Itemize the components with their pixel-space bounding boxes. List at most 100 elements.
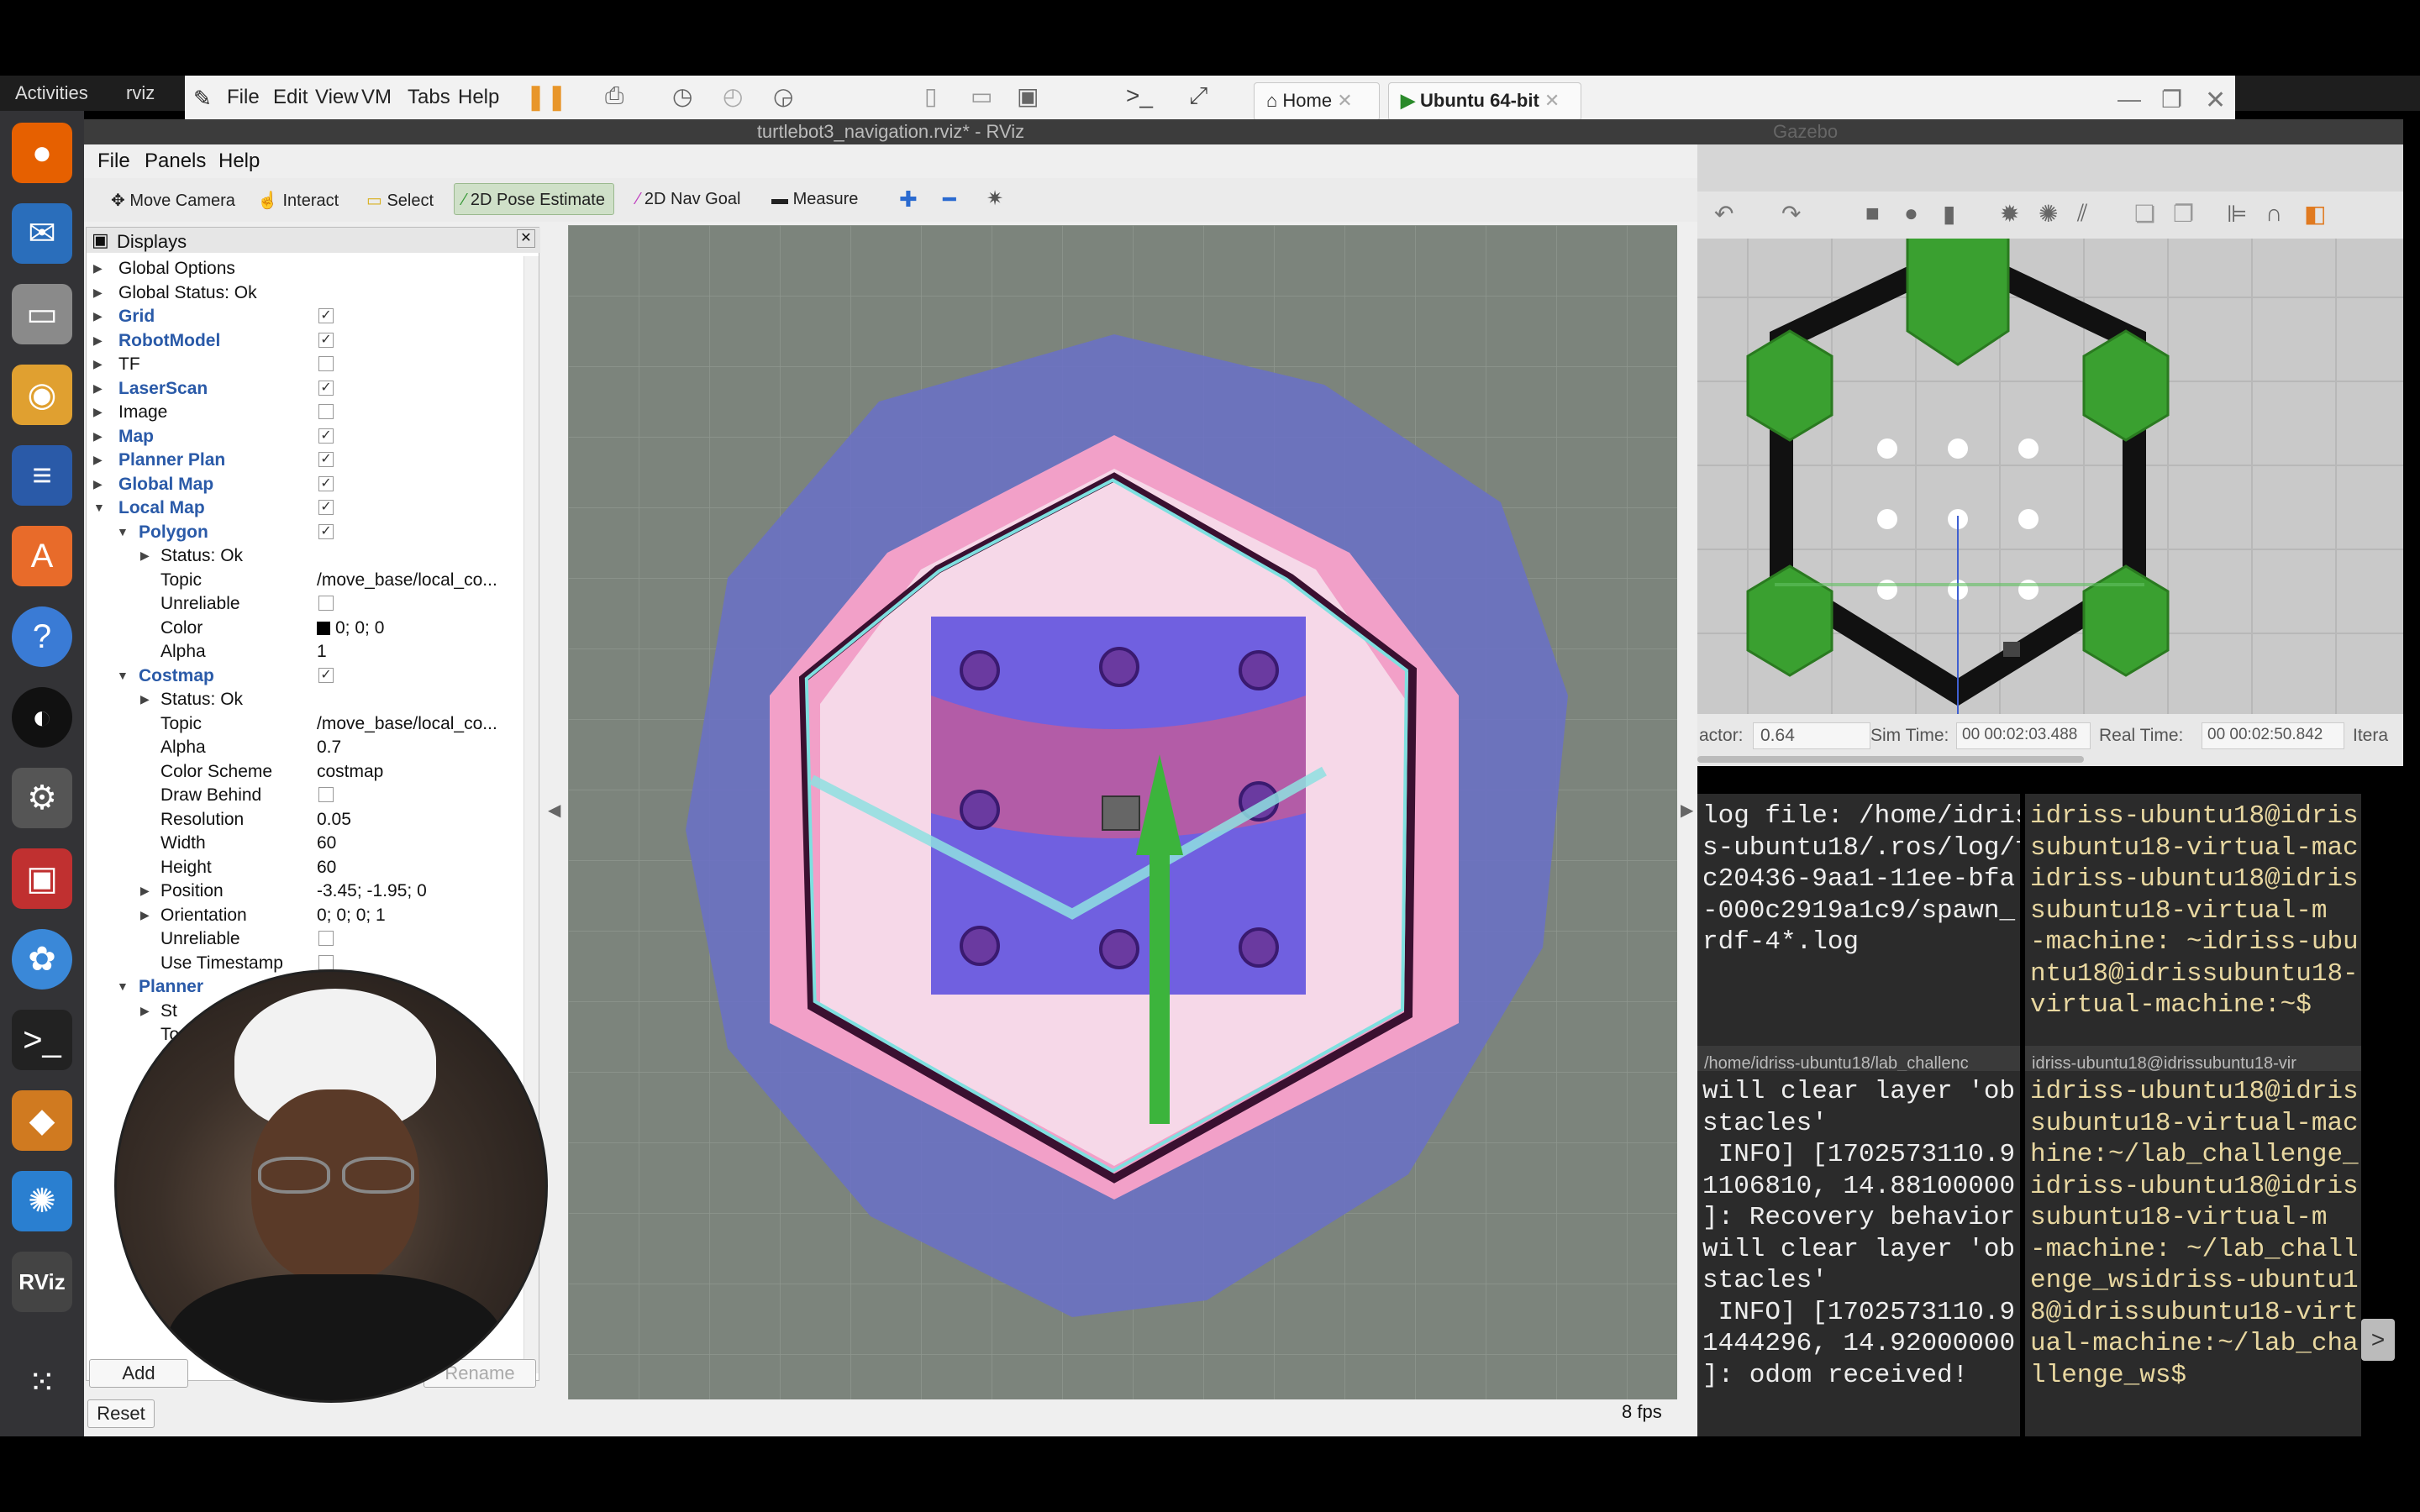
display-value[interactable]: 1 (317, 642, 327, 662)
display-row[interactable]: Topic/move_base/local_co... (87, 711, 523, 736)
fit-icon[interactable]: ▣ (1017, 82, 1039, 110)
display-value[interactable]: -3.45; -1.95; 0 (317, 881, 427, 901)
revert-icon[interactable]: ◴ (723, 82, 743, 110)
menu-tabs[interactable]: Tabs (408, 86, 450, 109)
firefox-icon[interactable]: ● (12, 123, 72, 183)
expand-arrow-icon[interactable]: > (2361, 1319, 2395, 1361)
terminal-left[interactable]: log file: /home/idris s-ubuntu18/.ros/log… (1697, 794, 2020, 1436)
display-value[interactable]: costmap (317, 762, 383, 782)
pause-icon[interactable]: ❚❚ (525, 82, 567, 112)
activities-button[interactable]: Activities (15, 82, 88, 104)
expand-arrow-icon[interactable]: ▼ (117, 669, 129, 682)
terminal-tab[interactable]: idriss-ubuntu18@idrissubuntu18-vir (2025, 1046, 2361, 1071)
box-shape-icon[interactable]: ■ (1865, 200, 1880, 227)
rviz-menu-help[interactable]: Help (218, 150, 260, 173)
plotjuggler-icon[interactable]: ✺ (12, 1171, 72, 1231)
remove-tool-icon[interactable]: ━ (934, 180, 965, 212)
rhythmbox-icon[interactable]: ◉ (12, 365, 72, 425)
close-window-icon[interactable]: ✕ (2205, 86, 2226, 115)
display-row[interactable]: Height 60 (87, 855, 523, 879)
pin-icon[interactable]: ✎ (193, 86, 212, 112)
snapshot-icon[interactable]: ◷ (672, 82, 692, 110)
add-tool-icon[interactable]: ✚ (891, 180, 926, 212)
display-row[interactable]: Topic/move_base/local_co... (87, 568, 523, 592)
display-row[interactable]: ▶ Grid ✓ (87, 304, 523, 328)
files-icon[interactable]: ▭ (12, 284, 72, 344)
undo-icon[interactable]: ↶ (1714, 200, 1733, 228)
display-value[interactable]: 0; 0; 0 (317, 618, 384, 638)
expand-arrow-icon[interactable]: ▶ (93, 357, 103, 371)
display-value[interactable]: /move_base/local_co... (317, 570, 497, 591)
display-row[interactable]: ▶ Status: Ok (87, 687, 523, 711)
expand-arrow-icon[interactable]: ▶ (93, 453, 103, 467)
nav-goal-tool[interactable]: ⁄ 2D Nav Goal (629, 183, 749, 215)
sphere-shape-icon[interactable]: ● (1904, 200, 1918, 227)
display-row[interactable]: ▶ Global Status: Ok (87, 281, 523, 305)
sidebar-icon[interactable]: ▯ (924, 82, 937, 110)
snap-icon[interactable]: ∩ (2265, 200, 2282, 227)
display-row[interactable]: ▶ Global Options (87, 256, 523, 281)
menu-vm[interactable]: VM (361, 86, 392, 109)
display-checkbox[interactable]: ✓ (318, 667, 334, 683)
expand-arrow-icon[interactable]: ▶ (140, 908, 150, 922)
software-icon[interactable]: A (12, 526, 72, 586)
display-row[interactable]: Unreliable (87, 591, 523, 616)
expand-arrow-icon[interactable]: ▶ (140, 1004, 150, 1018)
display-checkbox[interactable]: ✓ (318, 475, 334, 491)
expand-arrow-icon[interactable]: ▶ (93, 286, 103, 300)
display-value[interactable]: 0; 0; 0; 1 (317, 906, 386, 926)
manage-snapshots-icon[interactable]: ◶ (773, 82, 793, 110)
display-checkbox[interactable] (318, 356, 334, 371)
show-apps-icon[interactable]: ⁙ (12, 1352, 72, 1413)
display-row[interactable]: ▼ Local Map ✓ (87, 496, 523, 520)
help-icon[interactable]: ? (12, 606, 72, 667)
display-checkbox[interactable]: ✓ (318, 452, 334, 467)
display-checkbox[interactable] (318, 787, 334, 802)
display-value[interactable]: 0.05 (317, 810, 351, 830)
expand-arrow-icon[interactable]: ▶ (93, 381, 103, 396)
display-checkbox[interactable]: ✓ (318, 380, 334, 396)
directional-light-icon[interactable]: ⫽ (2077, 200, 2088, 228)
copy-icon[interactable]: ❏ (2134, 200, 2155, 228)
expand-arrow-icon[interactable]: ▶ (93, 261, 103, 276)
send-keys-icon[interactable]: ⎙ (605, 82, 623, 110)
display-value[interactable]: 60 (317, 858, 336, 878)
tab-ubuntu[interactable]: ▶ Ubuntu 64-bit ✕ (1388, 82, 1581, 121)
align-icon[interactable]: ⊫ (2227, 200, 2247, 228)
close-panel-icon[interactable]: ✕ (517, 229, 535, 248)
menu-view[interactable]: View (315, 86, 359, 109)
display-row[interactable]: ▶ Global Map ✓ (87, 472, 523, 496)
gazebo-scene[interactable] (1697, 228, 2403, 714)
3d-viewport[interactable] (568, 225, 1677, 1399)
writer-icon[interactable]: ≡ (12, 445, 72, 506)
close-icon[interactable]: ✕ (1337, 90, 1352, 111)
gazebo-scrollbar[interactable] (1697, 756, 2084, 763)
expand-arrow-icon[interactable]: ▼ (117, 979, 129, 993)
display-value[interactable]: 60 (317, 833, 336, 853)
display-checkbox[interactable] (318, 931, 334, 946)
restore-icon[interactable]: ❐ (2161, 86, 2182, 113)
display-checkbox[interactable]: ✓ (318, 332, 334, 348)
expand-arrow-icon[interactable]: ▶ (140, 692, 150, 706)
display-value[interactable]: /move_base/local_co... (317, 714, 497, 734)
display-checkbox[interactable]: ✓ (318, 500, 334, 515)
display-checkbox[interactable] (318, 404, 334, 419)
reset-button[interactable]: Reset (87, 1399, 155, 1428)
obs-icon[interactable]: ◐ (12, 687, 72, 748)
spot-light-icon[interactable]: ✺ (2039, 200, 2058, 228)
expand-arrow-icon[interactable]: ▶ (93, 333, 103, 348)
display-row[interactable]: ▶ TF (87, 352, 523, 376)
display-row[interactable]: Draw Behind (87, 783, 523, 807)
terminal-right[interactable]: idriss-ubuntu18@idris subuntu18-virtual-m… (2025, 794, 2361, 1436)
close-icon[interactable]: ✕ (1544, 90, 1560, 111)
display-row[interactable]: ▶ Map ✓ (87, 424, 523, 449)
display-row[interactable]: ▶ Image (87, 400, 523, 424)
display-value[interactable]: 0.7 (317, 738, 341, 758)
expand-arrow-icon[interactable]: ▼ (117, 525, 129, 538)
display-checkbox[interactable] (318, 596, 334, 611)
display-row[interactable]: ▶ LaserScan ✓ (87, 376, 523, 401)
expand-arrow-icon[interactable]: ▼ (93, 501, 105, 514)
collapse-right-icon[interactable]: ▶ (1681, 800, 1693, 821)
measure-tool[interactable]: ▬ Measure (763, 183, 866, 215)
expand-arrow-icon[interactable]: ▶ (93, 429, 103, 444)
